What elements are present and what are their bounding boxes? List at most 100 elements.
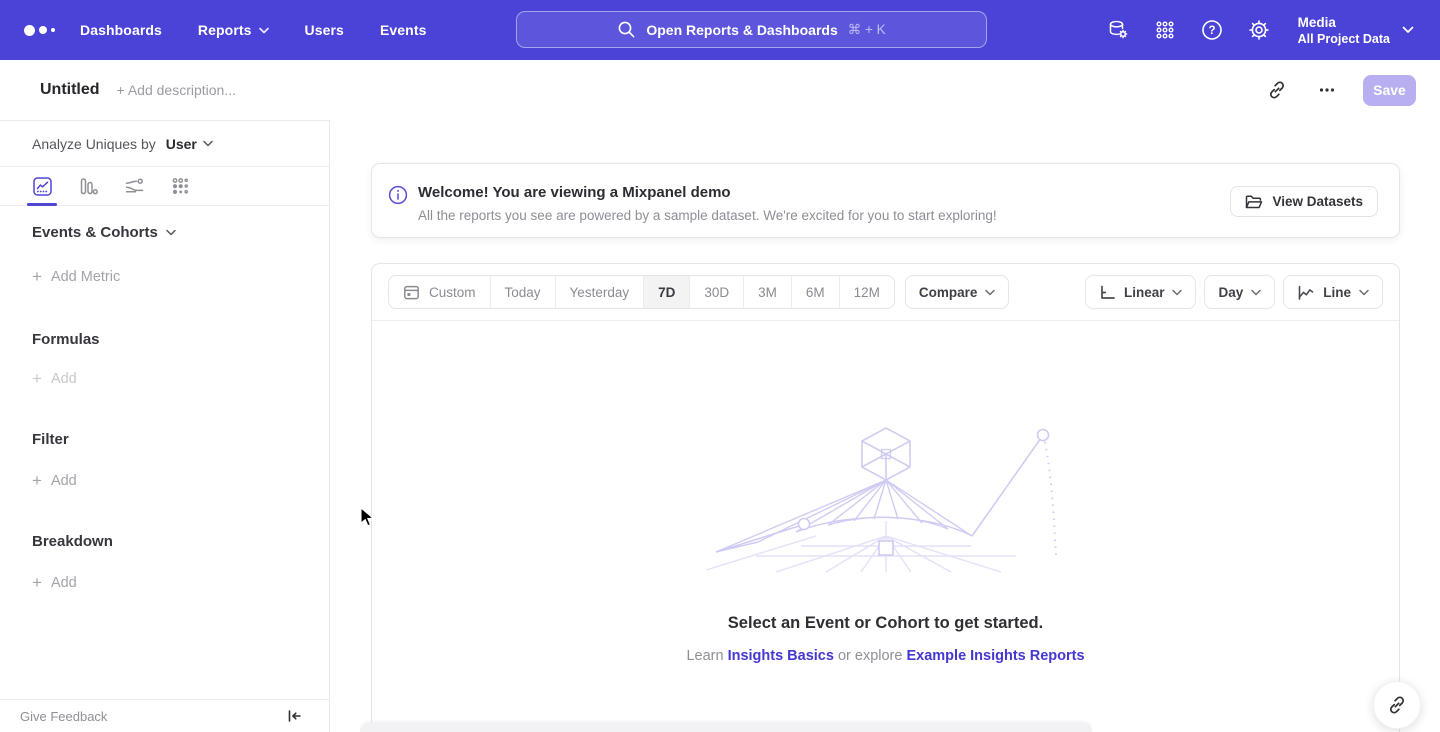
analyze-row: Analyze Uniques by User [0, 121, 329, 167]
add-filter-button[interactable]: + Add [32, 472, 329, 489]
events-cohorts-header[interactable]: Events & Cohorts [32, 224, 329, 241]
range-label: 12M [854, 285, 880, 300]
range-6m[interactable]: 6M [791, 276, 839, 308]
empty-state-title: Select an Event or Cohort to get started… [372, 614, 1399, 633]
nav-right: ? Media All Project Data [1106, 0, 1414, 60]
interval-dropdown[interactable]: Day [1204, 275, 1275, 309]
nav-item-events[interactable]: Events [380, 14, 427, 46]
chevron-down-icon [166, 229, 176, 236]
tab-flows[interactable] [119, 167, 149, 205]
add-formula-label: Add [51, 371, 77, 387]
add-breakdown-label: Add [51, 575, 77, 591]
add-filter-label: Add [51, 473, 77, 489]
settings-gear-icon[interactable] [1247, 18, 1271, 42]
save-button[interactable]: Save [1363, 75, 1416, 106]
range-30d[interactable]: 30D [689, 276, 743, 308]
visualization-tabs [0, 167, 329, 206]
add-metric-button[interactable]: + Add Metric [32, 268, 329, 285]
project-switcher[interactable]: Media All Project Data [1298, 14, 1414, 47]
chevron-down-icon [203, 140, 213, 147]
banner-body: All the reports you see are powered by a… [418, 208, 997, 223]
analyze-value: User [166, 136, 197, 152]
filter-header: Filter [32, 431, 329, 448]
more-options-icon[interactable] [1313, 76, 1341, 104]
plus-icon: + [32, 472, 42, 489]
example-reports-link[interactable]: Example Insights Reports [906, 648, 1084, 664]
chevron-down-icon [985, 289, 995, 296]
svg-text:?: ? [1208, 25, 1215, 37]
range-label: 3M [758, 285, 777, 300]
plus-icon: + [32, 268, 42, 285]
nav-item-label: Dashboards [80, 22, 162, 38]
top-nav: Dashboards Reports Users Events Open Rep… [0, 0, 1440, 60]
view-datasets-button[interactable]: View Datasets [1230, 186, 1378, 217]
bar-chart-tab-icon [78, 176, 99, 197]
chart-type-dropdown[interactable]: Line [1283, 275, 1383, 309]
tab-bar-chart[interactable] [73, 167, 103, 205]
chevron-down-icon [1172, 289, 1182, 296]
linear-axis-icon [1099, 284, 1116, 301]
events-cohorts-label: Events & Cohorts [32, 224, 158, 241]
subtitle-text: Learn [686, 648, 723, 664]
search-shortcut: ⌘ + K [848, 22, 886, 38]
link-icon [1387, 695, 1407, 715]
range-7d[interactable]: 7D [643, 276, 689, 308]
project-subtitle: All Project Data [1298, 31, 1390, 47]
filter-label: Filter [32, 431, 69, 448]
nav-item-dashboards[interactable]: Dashboards [80, 14, 162, 46]
formulas-label: Formulas [32, 331, 100, 348]
insights-basics-link[interactable]: Insights Basics [728, 648, 834, 664]
project-name: Media [1298, 14, 1390, 31]
range-label: 30D [704, 285, 729, 300]
nav-item-label: Events [380, 22, 427, 38]
scale-dropdown[interactable]: Linear [1085, 275, 1197, 309]
analyze-value-dropdown[interactable]: User [166, 136, 213, 152]
search-label: Open Reports & Dashboards [646, 22, 837, 38]
range-12m[interactable]: 12M [839, 276, 894, 308]
demo-banner: Welcome! You are viewing a Mixpanel demo… [371, 163, 1400, 238]
add-breakdown-button[interactable]: + Add [32, 574, 329, 591]
add-formula-button[interactable]: + Add [32, 370, 329, 387]
collapse-sidebar-icon[interactable] [287, 709, 302, 723]
report-header: Untitled + Add description... Save [0, 60, 1440, 120]
date-range-segment: Custom Today Yesterday 7D 30D 3M 6M 12M [388, 275, 895, 309]
chart-panel: Custom Today Yesterday 7D 30D 3M 6M 12M … [371, 263, 1400, 732]
tab-retention-grid[interactable] [165, 167, 195, 205]
range-today[interactable]: Today [490, 276, 555, 308]
range-label: Today [505, 285, 541, 300]
share-link-fab[interactable] [1373, 681, 1421, 729]
range-label: Custom [429, 285, 476, 300]
chart-controls: Custom Today Yesterday 7D 30D 3M 6M 12M … [372, 264, 1399, 321]
report-canvas: Welcome! You are viewing a Mixpanel demo… [330, 120, 1440, 732]
chevron-down-icon [1251, 289, 1261, 296]
range-3m[interactable]: 3M [743, 276, 791, 308]
line-chart-tab-icon [32, 176, 53, 197]
nav-item-users[interactable]: Users [305, 14, 344, 46]
give-feedback-link[interactable]: Give Feedback [20, 709, 107, 724]
report-title[interactable]: Untitled [40, 81, 100, 99]
compare-label: Compare [919, 285, 978, 300]
compare-dropdown[interactable]: Compare [905, 275, 1010, 309]
copy-link-icon[interactable] [1263, 76, 1291, 104]
range-label: Yesterday [570, 285, 630, 300]
mixpanel-logo[interactable] [24, 25, 64, 36]
scale-label: Linear [1124, 285, 1165, 300]
apps-grid-icon[interactable] [1153, 18, 1177, 42]
sidebar-footer: Give Feedback [0, 699, 329, 732]
help-icon[interactable]: ? [1200, 18, 1224, 42]
search-icon [617, 20, 636, 39]
data-management-icon[interactable] [1106, 18, 1130, 42]
tab-insights-line[interactable] [27, 167, 57, 205]
plus-icon: + [32, 370, 42, 387]
chevron-down-icon [1359, 289, 1369, 296]
empty-state-subtitle: Learn Insights Basics or explore Example… [372, 648, 1399, 664]
range-custom[interactable]: Custom [389, 276, 490, 308]
range-yesterday[interactable]: Yesterday [555, 276, 644, 308]
interval-label: Day [1218, 285, 1243, 300]
info-icon [388, 185, 408, 210]
chevron-down-icon [259, 27, 269, 34]
global-search[interactable]: Open Reports & Dashboards ⌘ + K [516, 11, 987, 48]
subtitle-text: or explore [838, 648, 902, 664]
nav-item-reports[interactable]: Reports [198, 14, 269, 46]
report-description-placeholder[interactable]: + Add description... [117, 82, 236, 98]
